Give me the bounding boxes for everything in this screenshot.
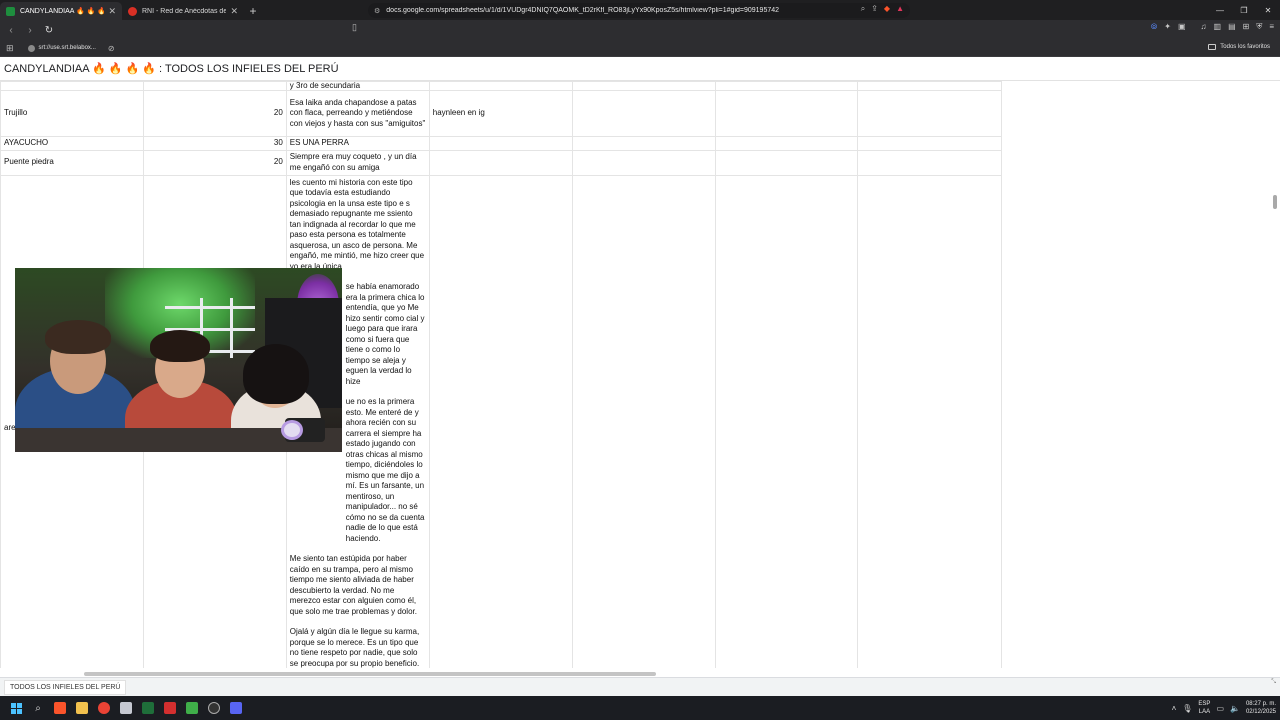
cell-age[interactable]: 30 [142,136,287,151]
microphone-icon[interactable]: 🎙 [1182,704,1192,713]
expand-icon[interactable]: ⤡ [1271,679,1276,686]
network-icon[interactable]: ▭ [1216,704,1224,713]
cell-age[interactable]: 20 [142,149,287,176]
restore-icon[interactable]: ❐ [1232,0,1256,20]
webcam-overlay [15,268,342,452]
stream-app-icon[interactable] [160,698,180,718]
clock[interactable]: 08:27 p. m. 02/12/2025 [1246,700,1276,716]
system-tray: ˄ 🎙 ESP LAA ▭ 🔈 08:27 p. m. 02/12/2025 [1172,696,1276,720]
security-icon[interactable]: ⛨ [1256,22,1262,32]
cell-story[interactable]: Siempre era muy coqueto , y un día me en… [285,149,430,176]
media-icon[interactable]: ▣ [1178,22,1186,32]
clock-date: 02/12/2025 [1245,709,1276,715]
media-player-icon[interactable] [182,698,202,718]
brave-rewards-icon[interactable]: ▲ [896,4,904,14]
file-explorer-icon[interactable] [72,698,92,718]
story-paragraph: Ojalá y algún día le llegue su karma, po… [289,627,420,668]
language-indicator[interactable]: ESP LAA [1198,700,1210,716]
cell-city[interactable]: Puente piedra [0,149,144,176]
apps-grid-icon[interactable]: ⊞ [6,43,14,54]
browser-tab-inactive[interactable]: RNI - Red de Anécdotas de Infidelidad ✕ [122,2,244,20]
calendar-icon[interactable] [116,698,136,718]
cell-contact[interactable] [428,136,573,151]
vertical-scrollbar[interactable] [1273,195,1277,209]
volume-icon[interactable]: 🔈 [1230,704,1240,713]
close-tab-icon[interactable]: ✕ [230,6,238,17]
bookmark-item[interactable]: srt://use.srt.belabox... [27,44,96,52]
table-row: Trujillo 20 Esa laika anda chapandose a … [0,90,1280,137]
story-paragraph: Me siento tan estúpida por haber caído e… [289,554,417,616]
table-row: Puente piedra 20 Siempre era muy coqueto… [0,149,1280,176]
music-icon[interactable]: ♫ [1201,22,1207,32]
close-tab-icon[interactable]: ✕ [108,6,116,17]
sidebar-icon[interactable]: ▥ [1214,22,1222,32]
browser-tab-active[interactable]: CANDYLANDIAA 🔥 🔥 🔥 🔥 - G ✕ [0,2,122,20]
zoom-icon[interactable]: ⌕ [861,4,865,14]
brave-shield-icon[interactable]: ◆ [884,4,890,14]
spreadsheet-title: CANDYLANDIAA 🔥 🔥 🔥 🔥 : TODOS LOS INFIELE… [0,57,1280,81]
search-icon[interactable]: ⌕ [28,698,48,718]
window-controls: — ❐ ✕ [1208,0,1280,20]
blocked-icon[interactable]: ⊘ [108,44,115,53]
chrome-icon[interactable] [94,698,114,718]
site-info-icon[interactable]: ⚙ [374,7,380,15]
all-favorites-button[interactable]: Todos los favoritos [1208,44,1270,50]
cell-city[interactable]: AYACUCHO [0,136,144,151]
wallet-card-icon[interactable]: ▤ [1228,22,1236,32]
browser-toolbar: ‹ › ↻ [0,20,1280,40]
terminal-icon[interactable] [138,698,158,718]
bookmark-label: srt://use.srt.belabox... [38,45,96,51]
new-tab-button[interactable]: + [244,2,262,20]
discord-icon[interactable] [226,698,246,718]
tab-title: RNI - Red de Anécdotas de Infidelidad [142,7,227,15]
sheet-tab[interactable]: TODOS LOS INFIELES DEL PERÚ [4,680,127,695]
back-icon[interactable]: ‹ [3,22,19,38]
bookmarks-bar: ⊞ srt://use.srt.belabox... ⊘ [0,40,1280,57]
vpn-icon[interactable]: ⊞ [1243,22,1250,32]
site-favicon-icon [128,6,137,16]
brave-icon[interactable] [50,698,70,718]
globe-icon [27,44,35,52]
menu-icon[interactable]: ≡ [1269,22,1274,32]
favorites-label: Todos los favoritos [1220,44,1270,50]
os-taskbar: ⌕ ˄ 🎙 ESP LAA ▭ 🔈 08:27 p. m. 02/12/2025 [0,696,1280,720]
cell-age[interactable]: 20 [142,90,287,137]
headset [281,420,303,440]
table-row: y 3ro de secundaria [0,81,1280,91]
folder-icon [1208,44,1217,50]
cell-contact[interactable] [428,149,573,176]
windows-start-icon[interactable] [6,698,26,718]
reload-icon[interactable]: ↻ [41,22,57,38]
address-bar[interactable]: ⚙ docs.google.com/spreadsheets/u/1/d/1VU… [368,3,910,18]
cell-story[interactable]: y 3ro de secundaria [285,81,430,91]
table-row: AYACUCHO 30 ES UNA PERRA [0,136,1280,151]
url-text: docs.google.com/spreadsheets/u/1/d/1VUDg… [386,7,780,14]
wallet-icon[interactable]: ⦾ [1151,22,1157,32]
minimize-icon[interactable]: — [1208,0,1232,20]
clock-time: 08:27 p. m. [1245,701,1276,707]
forward-icon[interactable]: › [22,22,38,38]
cell-story[interactable]: ES UNA PERRA [285,136,430,151]
bookmark-icon[interactable]: ▯ [352,22,357,33]
horizontal-scrollbar[interactable] [84,672,656,676]
cell-contact[interactable]: haynleen en ig [428,90,573,137]
obs-icon[interactable] [204,698,224,718]
close-window-icon[interactable]: ✕ [1256,0,1280,20]
cell-city[interactable]: Trujillo [0,90,144,137]
show-hidden-icons-icon[interactable]: ˄ [1172,704,1177,713]
story-paragraph: les cuento mi historia con este tipo que… [289,177,425,271]
sheet-tabs-bar: TODOS LOS INFIELES DEL PERÚ ⤡ [0,677,1280,696]
toolbar-extensions: ⦾ ✦ ▣ ♫ ▥ ▤ ⊞ ⛨ ≡ [1151,22,1274,32]
sheets-favicon-icon [6,6,15,16]
share-icon[interactable]: ⇪ [871,4,878,14]
extension-icon[interactable]: ✦ [1164,22,1171,32]
cell-story[interactable]: Esa laika anda chapandose a patas con fl… [285,90,430,137]
tab-title: CANDYLANDIAA 🔥 🔥 🔥 🔥 - G [20,8,105,15]
